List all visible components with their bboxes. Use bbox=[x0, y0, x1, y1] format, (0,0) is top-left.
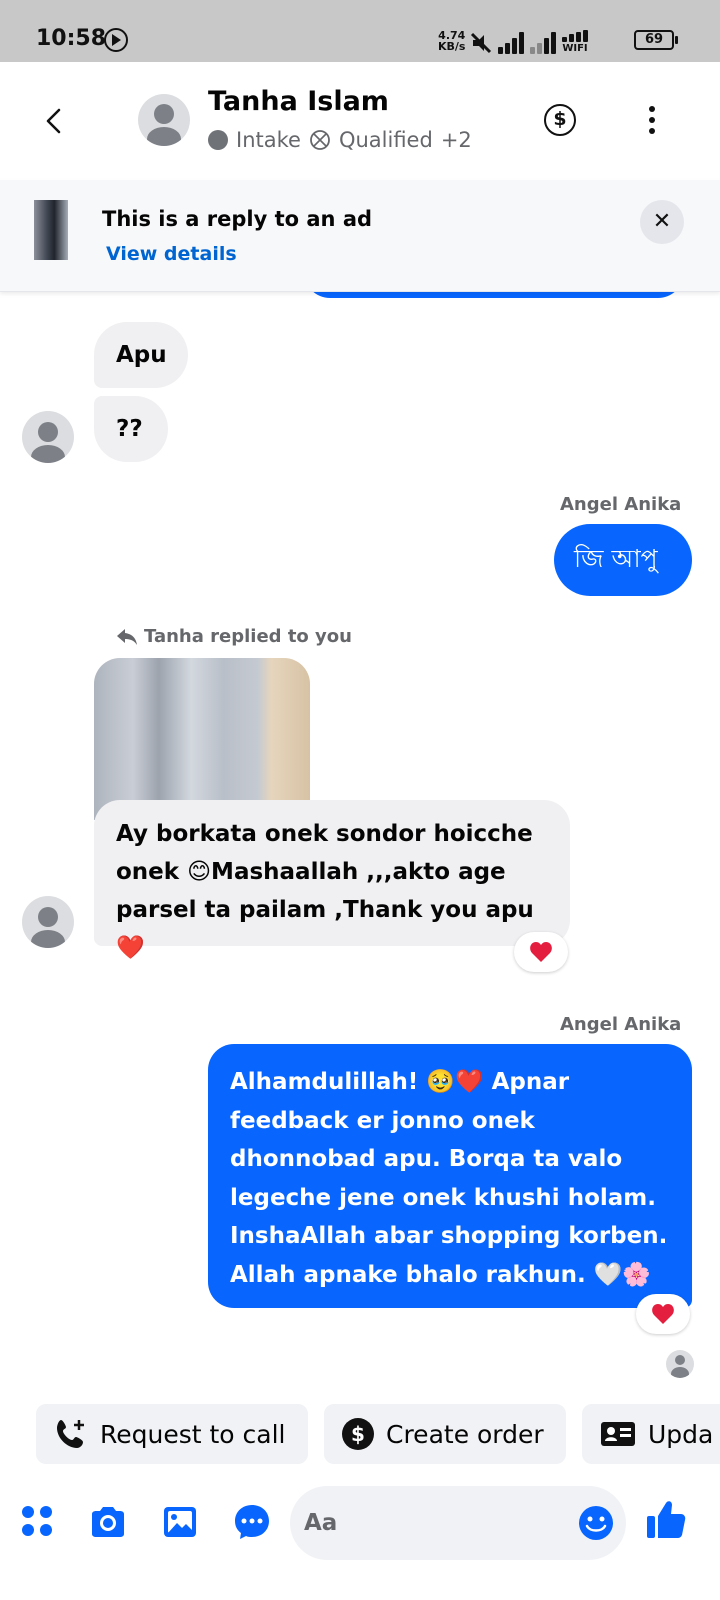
network-speed-unit: KB/s bbox=[438, 40, 466, 53]
message-input[interactable] bbox=[304, 1504, 564, 1542]
contact-avatar[interactable] bbox=[138, 94, 190, 146]
reply-icon bbox=[117, 628, 137, 645]
heart-icon bbox=[530, 942, 552, 962]
contact-card-icon bbox=[601, 1422, 635, 1446]
contact-name[interactable]: Tanha Islam bbox=[208, 86, 389, 117]
create-order-button[interactable]: $ Create order bbox=[324, 1404, 566, 1464]
reply-label-text: Tanha replied to you bbox=[144, 626, 352, 647]
conversation-header: Tanha Islam Intake Qualified +2 $ bbox=[0, 62, 720, 180]
view-details-link[interactable]: View details bbox=[106, 243, 237, 265]
outgoing-message[interactable]: Alhamdulillah! 🥹❤️ Apnar feedback er jon… bbox=[208, 1044, 692, 1308]
sender-avatar[interactable] bbox=[22, 896, 74, 948]
qualified-icon bbox=[310, 130, 330, 150]
phone-add-icon bbox=[57, 1420, 84, 1448]
tag-intake: Intake bbox=[236, 128, 301, 152]
replied-image[interactable] bbox=[94, 658, 310, 820]
heart-reaction[interactable] bbox=[514, 932, 568, 972]
quick-actions: Request to call $ Create order Upda bbox=[0, 1404, 720, 1464]
message-composer bbox=[0, 1480, 720, 1570]
seen-avatar bbox=[666, 1350, 694, 1378]
ad-reply-banner: This is a reply to an ad View details ✕ bbox=[0, 180, 720, 292]
camera-icon[interactable] bbox=[88, 1502, 128, 1542]
heart-reaction[interactable] bbox=[636, 1294, 690, 1334]
network-speed: 4.74 KB/s bbox=[438, 30, 465, 52]
incoming-message[interactable]: Ay borkata onek sondor hoicche onek 😊Mas… bbox=[94, 800, 570, 961]
request-to-call-label: Request to call bbox=[100, 1419, 286, 1449]
incoming-message[interactable]: ?? bbox=[94, 396, 168, 462]
status-icons: WIFI bbox=[470, 26, 588, 54]
back-button[interactable] bbox=[40, 106, 70, 136]
reply-indicator: Tanha replied to you bbox=[116, 626, 352, 647]
battery-icon: 69 bbox=[634, 30, 678, 50]
wifi-label: WIFI bbox=[562, 43, 588, 54]
close-icon[interactable]: ✕ bbox=[640, 200, 684, 244]
wifi-icon: WIFI bbox=[562, 30, 588, 54]
sender-avatar[interactable] bbox=[22, 411, 74, 463]
play-icon bbox=[104, 28, 128, 52]
status-bar: 10:58 4.74 KB/s WIFI 69 bbox=[0, 0, 720, 62]
status-time: 10:58 bbox=[36, 26, 107, 51]
emoji-icon[interactable] bbox=[576, 1503, 616, 1543]
message-input-container[interactable] bbox=[290, 1486, 626, 1560]
update-label: Upda bbox=[648, 1419, 714, 1449]
incoming-message[interactable]: Apu bbox=[94, 322, 188, 388]
message-bubble-icon[interactable] bbox=[232, 1502, 272, 1542]
mute-icon bbox=[470, 32, 492, 54]
sender-name: Angel Anika bbox=[560, 494, 682, 515]
outgoing-message[interactable]: জি আপু bbox=[554, 524, 692, 596]
dollar-icon: $ bbox=[342, 1418, 374, 1450]
ad-thumbnail[interactable] bbox=[34, 200, 68, 260]
request-to-call-button[interactable]: Request to call bbox=[36, 1404, 308, 1464]
thumbs-up-icon[interactable] bbox=[644, 1498, 688, 1542]
heart-icon bbox=[652, 1304, 674, 1324]
sender-name: Angel Anika bbox=[560, 1014, 682, 1035]
tag-qualified: Qualified bbox=[338, 128, 433, 152]
gallery-icon[interactable] bbox=[160, 1502, 200, 1542]
ad-banner-title: This is a reply to an ad bbox=[102, 207, 373, 231]
contact-tags[interactable]: Intake Qualified +2 bbox=[208, 128, 472, 152]
signal-icon bbox=[498, 32, 524, 54]
more-options-button[interactable] bbox=[642, 102, 662, 138]
tag-more: +2 bbox=[440, 128, 472, 152]
dot-icon bbox=[208, 130, 228, 150]
create-order-label: Create order bbox=[386, 1419, 544, 1449]
payment-button[interactable]: $ bbox=[544, 104, 576, 136]
menu-grid-icon[interactable] bbox=[18, 1502, 58, 1542]
signal-icon-2 bbox=[530, 32, 556, 54]
update-button[interactable]: Upda bbox=[582, 1404, 720, 1464]
